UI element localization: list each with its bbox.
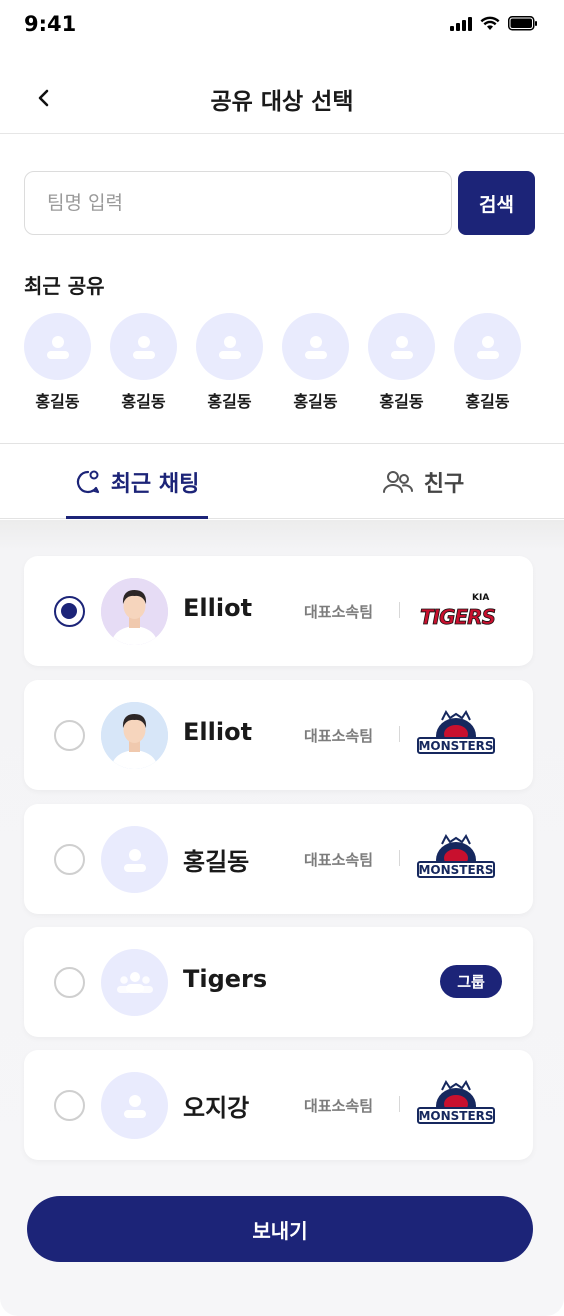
tigers-logo: KIA TIGERS	[414, 586, 498, 638]
recent-share-name: 홍길동	[379, 392, 424, 411]
group-icon	[116, 971, 153, 993]
recent-share-name: 홍길동	[293, 392, 338, 411]
avatar	[101, 578, 168, 645]
recent-share-item[interactable]: 홍길동	[454, 313, 521, 412]
avatar	[368, 313, 435, 380]
list-item[interactable]: Elliot 대표소속팀 MONSTERS	[24, 680, 533, 790]
monsters-wordmark: MONSTERS	[418, 1109, 493, 1123]
avatar	[196, 313, 263, 380]
signal-icon	[450, 16, 472, 31]
friends-icon	[382, 471, 413, 493]
status-icons	[450, 16, 538, 31]
select-radio[interactable]	[54, 967, 85, 998]
monsters-wordmark: MONSTERS	[418, 739, 493, 753]
person-icon	[476, 335, 499, 359]
recent-share-name: 홍길동	[35, 392, 80, 411]
chat-icon	[76, 470, 99, 494]
tab-label: 친구	[423, 472, 465, 497]
recent-share-name: 홍길동	[465, 392, 510, 411]
avatar	[282, 313, 349, 380]
select-radio[interactable]	[54, 1090, 85, 1121]
profile-photo	[101, 578, 168, 645]
monsters-logo: MONSTERS	[414, 710, 498, 762]
recent-share-item[interactable]: 홍길동	[368, 313, 435, 412]
tab-label: 최근 채팅	[110, 472, 200, 497]
avatar	[101, 826, 168, 893]
contact-name: 오지강	[183, 1094, 250, 1122]
recent-share-title: 최근 공유	[24, 274, 105, 298]
contact-name: 홍길동	[183, 848, 250, 876]
select-radio[interactable]	[54, 596, 85, 627]
divider	[399, 1096, 400, 1112]
person-icon	[46, 335, 69, 359]
monsters-logo: MONSTERS	[414, 834, 498, 886]
page-title: 공유 대상 선택	[210, 89, 354, 115]
tab-recent-chats[interactable]: 최근 채팅	[0, 444, 274, 520]
avatar	[454, 313, 521, 380]
person-icon	[304, 335, 327, 359]
recent-share-name: 홍길동	[207, 392, 252, 411]
contact-name: Elliot	[183, 718, 253, 746]
divider	[399, 726, 400, 742]
contact-name: Elliot	[183, 594, 253, 622]
list-item[interactable]: Elliot 대표소속팀 KIA TIGERS	[24, 556, 533, 666]
tab-bar: 최근 채팅 친구	[0, 443, 564, 519]
list-item[interactable]: 홍길동 대표소속팀 MONSTERS	[24, 804, 533, 914]
recent-share-name: 홍길동	[121, 392, 166, 411]
active-tab-indicator	[66, 516, 208, 519]
group-badge: 그룹	[440, 965, 502, 998]
wifi-icon	[480, 16, 500, 30]
status-time: 9:41	[24, 12, 77, 36]
header: 공유 대상 선택	[0, 60, 564, 134]
person-icon	[123, 848, 146, 872]
list-item[interactable]: 오지강 대표소속팀 MONSTERS	[24, 1050, 533, 1160]
divider	[399, 850, 400, 866]
person-icon	[218, 335, 241, 359]
person-icon	[390, 335, 413, 359]
avatar	[110, 313, 177, 380]
team-label: 대표소속팀	[304, 851, 374, 869]
select-radio[interactable]	[54, 844, 85, 875]
svg-text:KIA: KIA	[472, 593, 489, 603]
avatar	[101, 1072, 168, 1139]
avatar	[24, 313, 91, 380]
team-label: 대표소속팀	[304, 727, 374, 745]
team-search-input[interactable]	[24, 171, 452, 235]
recent-share-list: 홍길동 홍길동 홍길동 홍길동 홍길동 홍길동	[24, 313, 521, 412]
status-bar: 9:41	[0, 0, 564, 50]
battery-icon	[508, 16, 537, 31]
profile-photo	[101, 702, 168, 769]
send-button[interactable]: 보내기	[27, 1196, 533, 1262]
select-radio[interactable]	[54, 720, 85, 751]
tab-friends[interactable]: 친구	[282, 444, 564, 520]
monsters-wordmark: MONSTERS	[418, 863, 493, 877]
avatar	[101, 702, 168, 769]
tigers-wordmark: TIGERS	[420, 605, 496, 629]
search-button[interactable]: 검색	[458, 171, 535, 235]
recent-share-item[interactable]: 홍길동	[196, 313, 263, 412]
person-icon	[132, 335, 155, 359]
recent-share-item[interactable]: 홍길동	[282, 313, 349, 412]
team-label: 대표소속팀	[304, 1097, 374, 1115]
avatar	[101, 949, 168, 1016]
recent-share-item[interactable]: 홍길동	[110, 313, 177, 412]
team-label: 대표소속팀	[304, 603, 374, 621]
group-name: Tigers	[183, 965, 268, 993]
list-item[interactable]: Tigers 그룹	[24, 927, 533, 1037]
divider	[399, 602, 400, 618]
person-icon	[123, 1094, 146, 1118]
monsters-logo: MONSTERS	[414, 1080, 498, 1132]
recent-share-item[interactable]: 홍길동	[24, 313, 91, 412]
